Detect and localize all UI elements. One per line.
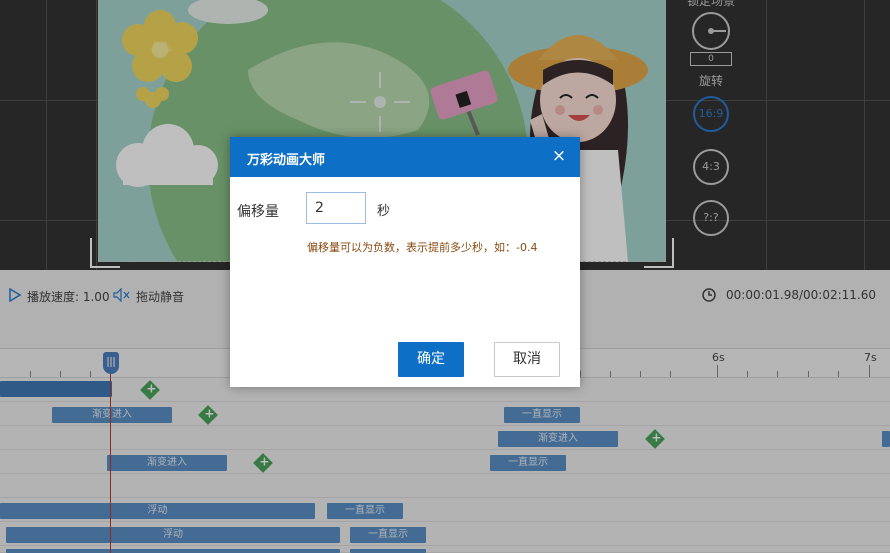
offset-hint: 偏移量可以为负数，表示提前多少秒，如：-0.4 — [307, 241, 538, 254]
close-icon[interactable]: × — [550, 146, 568, 166]
offset-dialog: 万彩动画大师 × 偏移量 秒 偏移量可以为负数，表示提前多少秒，如：-0.4 确… — [230, 137, 580, 387]
cancel-button[interactable]: 取消 — [494, 342, 560, 377]
dialog-title: 万彩动画大师 — [247, 153, 326, 168]
seconds-unit-label: 秒 — [377, 204, 391, 219]
offset-input[interactable] — [306, 192, 366, 224]
ok-button[interactable]: 确定 — [398, 342, 464, 377]
dialog-header: 万彩动画大师 × — [230, 137, 580, 177]
offset-label: 偏移量 — [237, 204, 279, 220]
